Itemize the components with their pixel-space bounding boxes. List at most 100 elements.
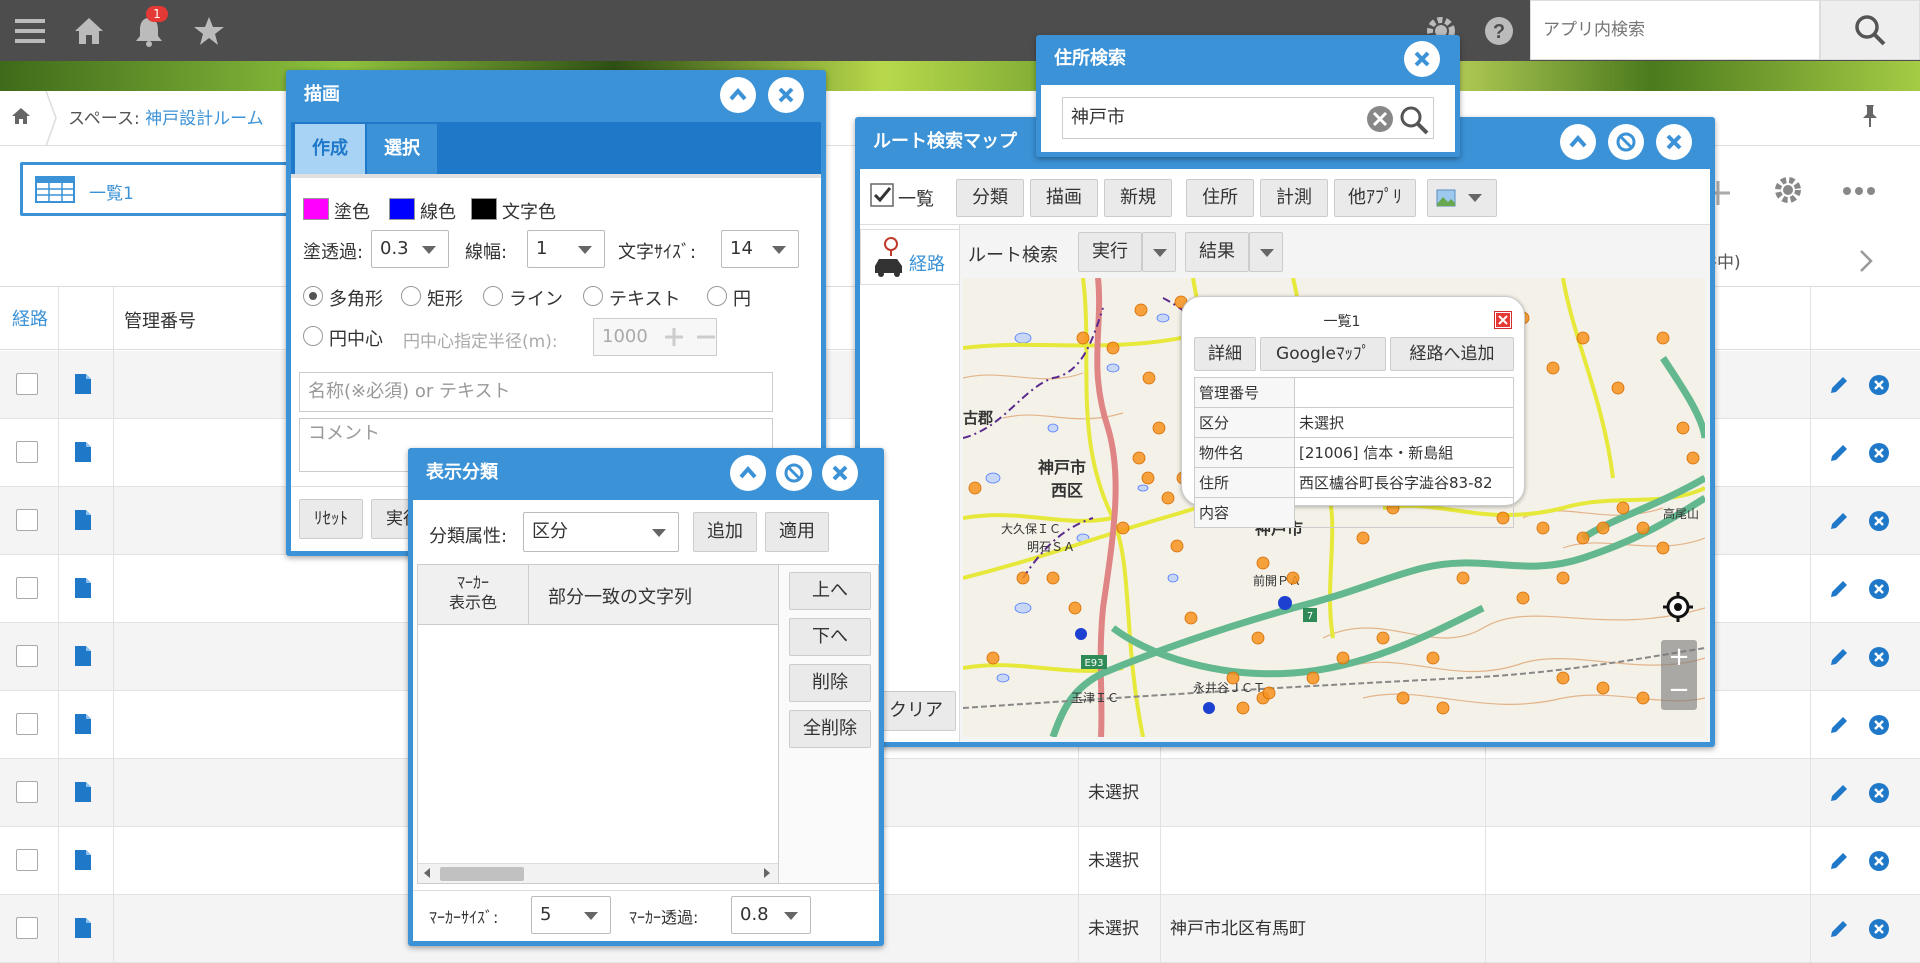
delete-x-icon[interactable]	[1868, 510, 1890, 532]
table-row[interactable]: 未選択	[0, 759, 1920, 827]
property-marker[interactable]	[1426, 651, 1440, 665]
edit-pencil-icon[interactable]	[1828, 442, 1850, 464]
delete-x-icon[interactable]	[1868, 374, 1890, 396]
radio-polygon[interactable]	[303, 286, 323, 306]
property-marker[interactable]	[1596, 521, 1610, 535]
toolbar-draw[interactable]: 描画	[1030, 179, 1098, 217]
move-up-button[interactable]: 上へ	[789, 572, 871, 610]
close-button[interactable]	[1404, 41, 1440, 77]
radio-line[interactable]	[483, 286, 503, 306]
property-marker[interactable]	[1596, 681, 1610, 695]
document-icon[interactable]	[74, 781, 92, 803]
attr-select[interactable]: 区分	[523, 512, 679, 552]
menu-icon[interactable]	[12, 12, 50, 50]
map-canvas[interactable]: 神戸市 西区 神戸市 古郡 大久保ＩＣ 明石ＳＡ 前開ＰＡ 永井谷ＪＣＴ 玉津Ｉ…	[963, 278, 1705, 737]
property-marker[interactable]	[1636, 521, 1650, 535]
line-width-select[interactable]: 1	[527, 230, 605, 268]
toolbar-classify[interactable]: 分類	[956, 179, 1024, 217]
column-route[interactable]: 経路	[12, 305, 48, 331]
delete-x-icon[interactable]	[1868, 578, 1890, 600]
property-marker[interactable]	[1286, 571, 1300, 585]
property-marker[interactable]	[1611, 381, 1625, 395]
property-marker[interactable]	[1256, 556, 1270, 570]
property-marker[interactable]	[1396, 691, 1410, 705]
horizontal-scrollbar[interactable]	[418, 863, 778, 883]
document-icon[interactable]	[74, 849, 92, 871]
plus-icon[interactable]	[663, 326, 685, 348]
row-checkbox[interactable]	[16, 781, 38, 803]
app-search-box[interactable]	[1530, 0, 1820, 60]
route-exec-button[interactable]: 実行	[1078, 232, 1142, 272]
opacity-select[interactable]: 0.3	[371, 230, 449, 268]
document-icon[interactable]	[74, 441, 92, 463]
property-marker[interactable]	[1132, 451, 1146, 465]
row-checkbox[interactable]	[16, 713, 38, 735]
delete-x-icon[interactable]	[1868, 714, 1890, 736]
property-marker[interactable]	[1141, 471, 1155, 485]
help-icon[interactable]: ?	[1480, 12, 1518, 50]
close-button[interactable]	[768, 77, 804, 113]
locate-icon[interactable]	[1663, 592, 1693, 622]
property-marker[interactable]	[1576, 331, 1590, 345]
radio-circle[interactable]	[707, 286, 727, 306]
clear-input-icon[interactable]	[1366, 105, 1394, 133]
property-marker[interactable]	[1356, 531, 1370, 545]
property-marker[interactable]	[1152, 421, 1166, 435]
table-row[interactable]: 未選択 神戸市北区有馬町	[0, 895, 1920, 963]
close-button[interactable]	[1656, 124, 1692, 160]
name-input[interactable]: 名称(※必須) or テキスト	[299, 372, 773, 412]
minus-icon[interactable]	[695, 326, 717, 348]
app-search-input[interactable]	[1531, 1, 1819, 59]
classify-add-button[interactable]: 追加	[693, 512, 757, 552]
property-marker[interactable]	[1076, 331, 1090, 345]
property-marker[interactable]	[1636, 691, 1650, 705]
document-icon[interactable]	[74, 645, 92, 667]
document-icon[interactable]	[74, 577, 92, 599]
view-selector[interactable]: 一覧1	[20, 162, 300, 216]
property-marker[interactable]	[1546, 361, 1560, 375]
property-marker[interactable]	[1068, 601, 1082, 615]
property-marker[interactable]	[1376, 631, 1390, 645]
toolbar-address[interactable]: 住所	[1186, 179, 1254, 217]
delete-x-icon[interactable]	[1868, 646, 1890, 668]
row-checkbox[interactable]	[16, 577, 38, 599]
row-checkbox[interactable]	[16, 373, 38, 395]
delete-button[interactable]: 削除	[789, 664, 871, 702]
more-options-icon[interactable]	[1842, 186, 1876, 196]
home-icon[interactable]	[70, 12, 108, 50]
property-marker[interactable]	[1236, 701, 1250, 715]
current-location-marker[interactable]	[1278, 596, 1292, 610]
edit-pencil-icon[interactable]	[1828, 782, 1850, 804]
classify-apply-button[interactable]: 適用	[765, 512, 829, 552]
property-marker[interactable]	[1456, 571, 1470, 585]
star-icon[interactable]	[190, 12, 228, 50]
list-check-icon[interactable]	[870, 183, 894, 207]
breadcrumb-space[interactable]: スペース: 神戸設計ルーム	[68, 104, 264, 129]
property-marker[interactable]	[1336, 651, 1350, 665]
breadcrumb-space-name[interactable]: 神戸設計ルーム	[145, 109, 264, 129]
collapse-button[interactable]	[1560, 124, 1596, 160]
property-marker[interactable]	[1142, 371, 1156, 385]
property-marker[interactable]	[1116, 521, 1130, 535]
edit-pencil-icon[interactable]	[1828, 918, 1850, 940]
property-marker[interactable]	[1251, 631, 1265, 645]
radio-rectangle[interactable]	[401, 286, 421, 306]
text-color-swatch[interactable]	[471, 198, 497, 220]
property-marker[interactable]	[1184, 611, 1198, 625]
row-checkbox[interactable]	[16, 849, 38, 871]
route-side-tab[interactable]: 経路	[860, 229, 960, 285]
route-result-dropdown[interactable]	[1249, 232, 1283, 272]
property-marker[interactable]	[1656, 331, 1670, 345]
close-button[interactable]	[822, 455, 858, 491]
radio-circle-center[interactable]	[303, 326, 323, 346]
property-marker[interactable]	[1676, 421, 1690, 435]
route-exec-dropdown[interactable]	[1142, 232, 1176, 272]
popup-googlemap-button[interactable]: Googleﾏｯﾌﾟ	[1260, 337, 1386, 371]
next-page-icon[interactable]	[1858, 248, 1874, 274]
property-marker[interactable]	[1134, 303, 1148, 317]
property-marker[interactable]	[986, 651, 1000, 665]
property-marker[interactable]	[1576, 531, 1590, 545]
edit-pencil-icon[interactable]	[1828, 374, 1850, 396]
route-result-button[interactable]: 結果	[1185, 232, 1249, 272]
delete-x-icon[interactable]	[1868, 442, 1890, 464]
